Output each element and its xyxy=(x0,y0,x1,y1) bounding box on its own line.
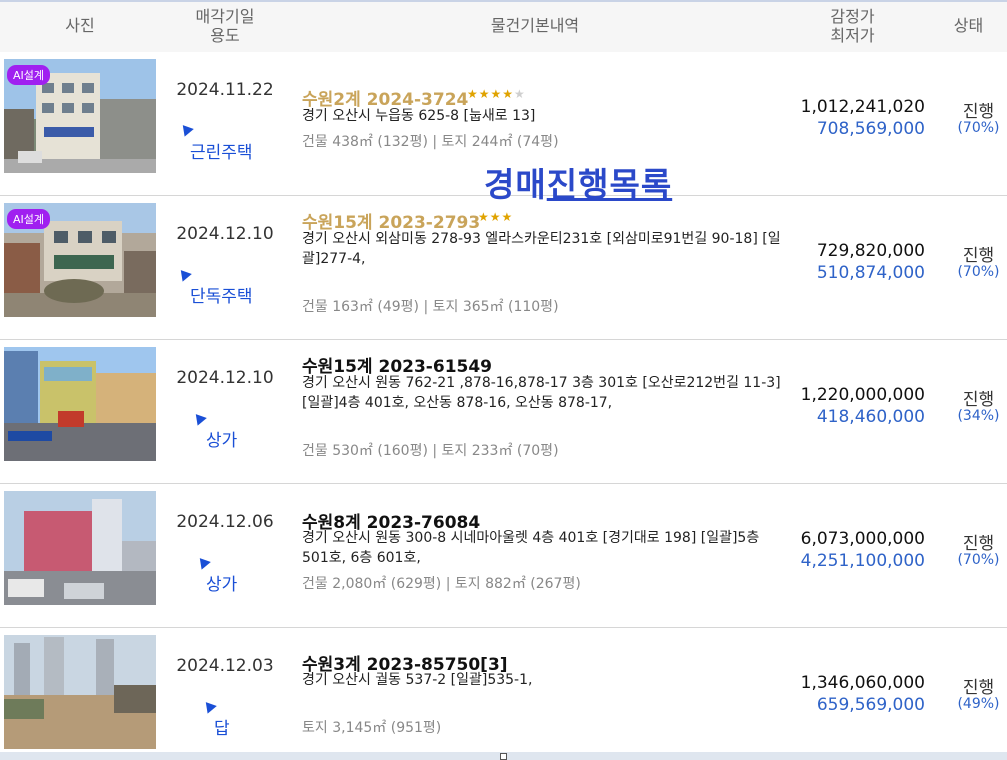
appraisal-price: 729,820,000 xyxy=(816,241,925,261)
table-row[interactable]: 2024.12.03 답 수원3계 2023-85750[3] 경기 오산시 궐… xyxy=(0,628,1007,752)
table-header: 사진 매각기일 용도 물건기본내역 감정가 최저가 상태 xyxy=(0,2,1007,52)
usage-type: 상가 xyxy=(206,431,238,451)
ai-badge: AI설계 xyxy=(7,65,51,85)
header-status: 상태 xyxy=(953,16,984,35)
usage-type: 답 xyxy=(214,719,230,739)
area-info: 건물 438㎡ (132평) | 토지 244㎡ (74평) xyxy=(302,134,559,150)
table-row[interactable]: 2024.12.10 상가 수원15계 2023-61549 경기 오산시 원동… xyxy=(0,340,1007,484)
appraisal-price: 6,073,000,000 xyxy=(800,529,925,549)
minimum-percent: (49%) xyxy=(957,696,1000,712)
auction-list-title: 경매진행목록 xyxy=(484,158,672,206)
status: 진행 xyxy=(962,534,995,554)
status: 진행 xyxy=(962,246,995,266)
ai-badge: AI설계 xyxy=(7,209,51,229)
arrow-icon xyxy=(176,266,192,282)
scroll-handle[interactable] xyxy=(500,753,507,760)
address: 경기 오산시 누읍동 625-8 [눕새로 13] xyxy=(302,108,536,124)
property-photo[interactable] xyxy=(4,635,156,749)
status: 진행 xyxy=(962,102,995,122)
table-row[interactable]: 2024.12.06 상가 수원8계 2023-76084 경기 오산시 원동 … xyxy=(0,484,1007,628)
title-part-1: 경매 xyxy=(484,165,547,204)
header-appraisal: 감정가 xyxy=(830,7,875,26)
arrow-icon xyxy=(191,410,207,426)
arrow-icon xyxy=(178,121,194,137)
usage-type: 근린주택 xyxy=(190,143,253,163)
minimum-price: 4,251,100,000 xyxy=(800,551,925,571)
table-row[interactable]: AI설계 2024.12.10 단독주택 수원15계 2023-2793 ★★★… xyxy=(0,196,1007,340)
appraisal-price: 1,346,060,000 xyxy=(800,673,925,693)
title-part-2: 진행목록 xyxy=(546,165,673,204)
sale-date: 2024.12.03 xyxy=(176,656,274,676)
property-photo[interactable] xyxy=(4,491,156,605)
sale-date: 2024.12.10 xyxy=(176,368,274,388)
property-photo[interactable] xyxy=(4,347,156,461)
rating-stars: ★★★ xyxy=(478,210,513,224)
area-info: 건물 163㎡ (49평) | 토지 365㎡ (110평) xyxy=(302,299,559,315)
minimum-price: 659,569,000 xyxy=(816,695,925,715)
sale-date: 2024.11.22 xyxy=(176,80,274,100)
minimum-price: 708,569,000 xyxy=(816,119,925,139)
status: 진행 xyxy=(962,678,995,698)
area-info: 건물 530㎡ (160평) | 토지 233㎡ (70평) xyxy=(302,443,559,459)
appraisal-price: 1,220,000,000 xyxy=(800,385,925,405)
area-info: 토지 3,145㎡ (951평) xyxy=(302,720,442,736)
minimum-price: 418,460,000 xyxy=(816,407,925,427)
header-date: 매각기일 xyxy=(195,7,255,26)
property-photo[interactable]: AI설계 xyxy=(4,203,156,317)
status: 진행 xyxy=(962,390,995,410)
arrow-icon xyxy=(195,554,211,570)
star-empty-icon: ★ xyxy=(514,87,526,101)
star-icon: ★★★ xyxy=(478,210,514,224)
header-date-usage: 매각기일 용도 xyxy=(160,7,290,45)
usage-type: 단독주택 xyxy=(190,287,253,307)
header-usage: 용도 xyxy=(210,26,240,45)
minimum-percent: (70%) xyxy=(957,120,1000,136)
address: 경기 오산시 궐동 537-2 [일괄]535-1, xyxy=(302,672,533,688)
minimum-percent: (70%) xyxy=(957,552,1000,568)
address: 경기 오산시 외삼미동 278-93 엘라스카운티231호 [외삼미로91번길 … xyxy=(302,231,781,267)
star-icon: ★★★★ xyxy=(467,87,515,101)
minimum-price: 510,874,000 xyxy=(816,263,925,283)
sale-date: 2024.12.06 xyxy=(176,512,274,532)
arrow-icon xyxy=(201,698,217,714)
property-photo[interactable]: AI설계 xyxy=(4,59,156,173)
address: 경기 오산시 원동 762-21 ,878-16,878-17 3층 301호 … xyxy=(302,375,781,411)
header-price: 감정가 최저가 xyxy=(780,7,925,45)
appraisal-price: 1,012,241,020 xyxy=(800,97,925,117)
usage-type: 상가 xyxy=(206,575,238,595)
rating-stars: ★★★★★ xyxy=(467,87,526,101)
header-minimum: 최저가 xyxy=(830,26,875,45)
minimum-percent: (34%) xyxy=(957,408,1000,424)
address: 경기 오산시 원동 300-8 시네마아울렛 4층 401호 [경기대로 198… xyxy=(302,530,760,566)
sale-date: 2024.12.10 xyxy=(176,224,274,244)
area-info: 건물 2,080㎡ (629평) | 토지 882㎡ (267평) xyxy=(302,576,581,592)
horizontal-scrollbar[interactable] xyxy=(0,752,1007,760)
minimum-percent: (70%) xyxy=(957,264,1000,280)
header-photo: 사진 xyxy=(65,16,95,35)
header-detail: 물건기본내역 xyxy=(490,16,580,35)
